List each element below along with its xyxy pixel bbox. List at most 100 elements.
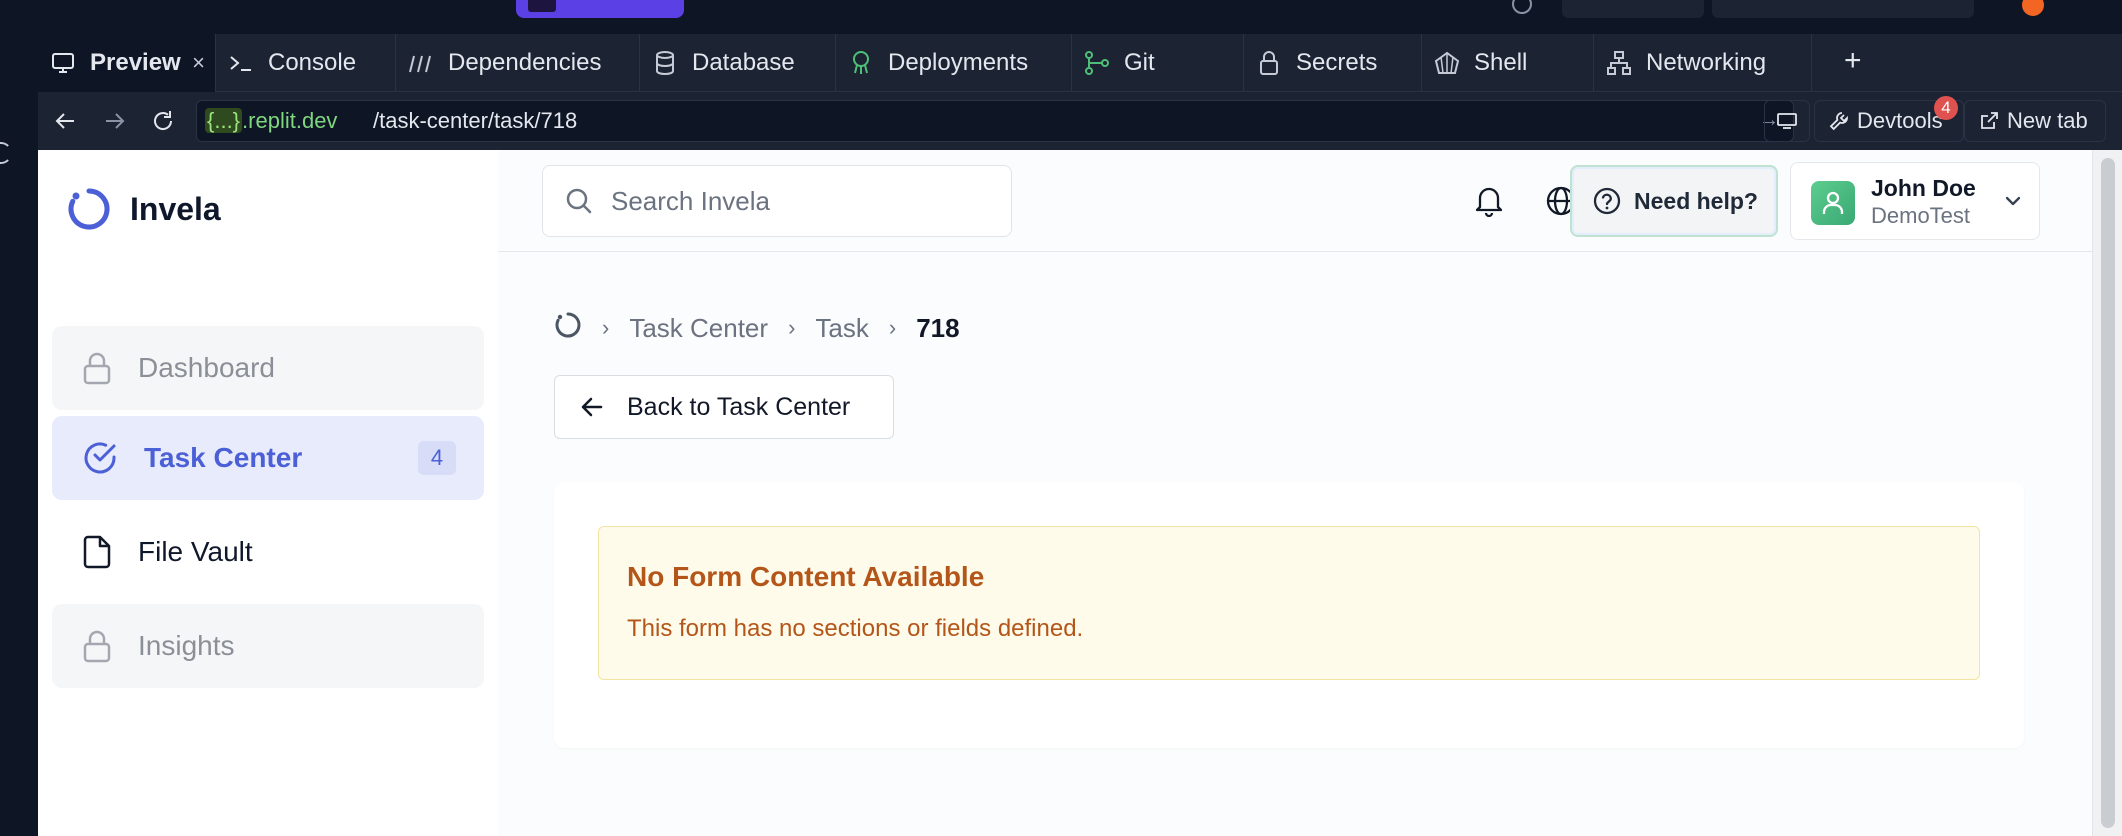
tab-secrets[interactable]: Secrets <box>1244 34 1422 92</box>
left-rail <box>0 34 38 836</box>
preview-viewport: Invela Dashboard Task Center 4 File Vaul… <box>38 150 2122 836</box>
avatar <box>1811 181 1855 225</box>
reload-icon <box>154 111 173 130</box>
tab-shell[interactable]: Shell <box>1422 34 1594 92</box>
tab-label: Dependencies <box>448 49 602 76</box>
need-help-label: Need help? <box>1634 187 1758 214</box>
url-host: {...}.replit.dev <box>201 105 343 137</box>
shell-icon <box>1434 50 1460 76</box>
chevron-right-icon: › <box>602 315 610 340</box>
back-label: Back to Task Center <box>627 392 851 421</box>
replit-top-bar <box>0 0 2122 34</box>
terminal-icon <box>228 50 254 76</box>
tab-label: Networking <box>1646 49 1767 76</box>
bell-icon <box>1475 187 1503 217</box>
back-to-task-center-button[interactable]: Back to Task Center <box>554 375 894 439</box>
database-icon <box>652 50 678 76</box>
tab-preview[interactable]: Preview × <box>38 34 216 92</box>
notifications-button[interactable] <box>1472 184 1506 218</box>
url-path: /task-center/task/718 <box>373 108 578 133</box>
run-button[interactable] <box>516 0 684 18</box>
user-icon <box>1822 191 1844 214</box>
tab-label: Git <box>1124 49 1155 76</box>
question-circle-icon <box>1593 187 1621 215</box>
reload-button[interactable] <box>146 104 180 138</box>
app-name: Invela <box>130 190 221 227</box>
empty-form-alert: No Form Content Available This form has … <box>598 526 1980 680</box>
url-host-domain: .replit.dev <box>242 108 338 133</box>
tab-label: Shell <box>1474 49 1528 76</box>
tab-console[interactable]: Console <box>216 34 396 92</box>
breadcrumb-item[interactable]: Task <box>815 313 868 344</box>
devtools-label: Devtools <box>1857 108 1943 133</box>
back-nav-button[interactable] <box>48 104 82 138</box>
sidebar-item-label: Insights <box>138 630 235 661</box>
need-help-button[interactable]: Need help? <box>1570 165 1778 237</box>
history-icon[interactable] <box>0 142 12 164</box>
arrow-right-icon <box>106 113 125 129</box>
chevron-right-icon: › <box>788 315 796 340</box>
workspace-tabbar: Preview × Console Dependencies Database … <box>38 34 2122 92</box>
tab-networking[interactable]: Networking <box>1594 34 1812 92</box>
new-tab-label: New tab <box>2007 108 2088 133</box>
user-organization: DemoTest <box>1871 203 1971 228</box>
breadcrumb: › Task Center › Task › 718 <box>554 310 960 346</box>
lock-icon <box>83 630 111 663</box>
more-options-button[interactable]: ⋮ <box>2112 48 2122 74</box>
tab-label: Console <box>268 49 357 76</box>
alert-body: This form has no sections or fields defi… <box>627 615 1084 642</box>
app-logo[interactable]: Invela <box>66 186 221 232</box>
deployments-icon <box>848 50 874 76</box>
wrench-icon <box>1829 112 1848 131</box>
search-icon[interactable] <box>1512 0 1532 14</box>
avatar[interactable] <box>2022 0 2044 16</box>
top-pill-1[interactable] <box>1562 0 1704 18</box>
sidebar-item-task-center[interactable]: Task Center 4 <box>52 416 484 500</box>
new-tab-button[interactable]: New tab <box>1964 100 2106 142</box>
deploy-pill[interactable] <box>1712 0 1974 18</box>
invela-logo-icon <box>555 312 581 337</box>
tab-label: Preview <box>90 49 181 76</box>
user-menu[interactable]: John Doe DemoTest <box>1790 162 2040 240</box>
address-input[interactable]: {...}.replit.dev /task-center/task/718 → <box>196 100 1794 142</box>
screen-size-button[interactable] <box>1764 100 1810 142</box>
sidebar-item-label: Dashboard <box>138 352 275 383</box>
search-box[interactable] <box>542 165 1012 237</box>
breadcrumb-item[interactable]: Task Center <box>629 313 768 344</box>
alert-title: No Form Content Available <box>627 561 985 592</box>
user-name: John Doe <box>1871 175 1976 201</box>
close-icon[interactable]: × <box>192 50 205 76</box>
networking-icon <box>1606 50 1632 76</box>
url-bar: {...}.replit.dev /task-center/task/718 →… <box>38 92 2122 150</box>
tab-git[interactable]: Git <box>1072 34 1244 92</box>
add-tab-button[interactable]: + <box>1844 46 1862 76</box>
tab-label: Deployments <box>888 49 1029 76</box>
chevron-down-icon <box>2005 196 2021 206</box>
lock-icon <box>83 352 111 385</box>
tab-deployments[interactable]: Deployments <box>836 34 1072 92</box>
sidebar-item-insights[interactable]: Insights <box>52 604 484 688</box>
scrollbar-thumb[interactable] <box>2101 158 2115 828</box>
search-input[interactable] <box>611 185 991 217</box>
arrow-left-icon <box>55 113 74 129</box>
monitor-icon <box>50 50 76 76</box>
arrow-left-icon <box>581 397 603 417</box>
scrollbar[interactable] <box>2092 150 2122 836</box>
breadcrumb-home-link[interactable] <box>554 311 582 346</box>
sidebar: Invela Dashboard Task Center 4 File Vaul… <box>38 150 498 836</box>
devtools-badge: 4 <box>1934 96 1958 120</box>
form-card: No Form Content Available This form has … <box>554 482 2024 748</box>
task-count-badge: 4 <box>418 441 456 475</box>
sidebar-item-file-vault[interactable]: File Vault <box>52 510 484 594</box>
sidebar-item-label: Task Center <box>144 442 303 473</box>
invela-logo-icon <box>68 188 110 230</box>
sidebar-item-dashboard[interactable]: Dashboard <box>52 326 484 410</box>
monitor-icon <box>1777 113 1797 129</box>
external-link-icon <box>1981 112 1998 129</box>
tab-dependencies[interactable]: Dependencies <box>396 34 640 92</box>
forward-nav-button[interactable] <box>98 104 132 138</box>
search-icon <box>566 188 592 214</box>
tab-label: Database <box>692 49 795 76</box>
run-icon <box>528 0 556 12</box>
tab-database[interactable]: Database <box>640 34 836 92</box>
